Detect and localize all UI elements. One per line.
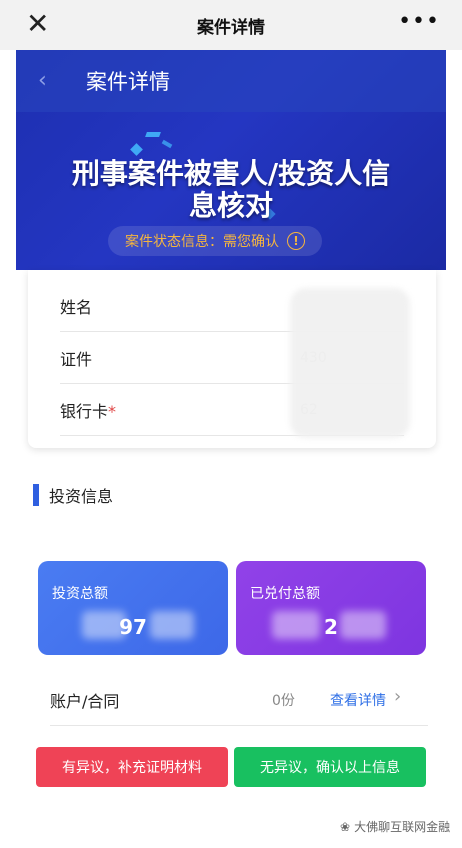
account-contract-row[interactable]: 账户/合同 0份 查看详情 › <box>50 674 428 726</box>
investment-section-header: 投资信息 <box>33 483 113 507</box>
identity-card: 姓名 证件 430 银行卡* 62 <box>28 270 436 448</box>
paid-total-card: 已兑付总额 2 <box>236 561 426 655</box>
investment-total-label: 投资总额 <box>52 586 108 602</box>
watermark-text: 大佛聊互联网金融 <box>354 820 451 834</box>
id-label: 证件 <box>60 349 93 369</box>
decoration-triangle <box>130 143 143 156</box>
case-status-badge: 案件状态信息：需您确认 ! <box>108 226 322 256</box>
banner-main-title-line2: 息核对 <box>188 189 273 222</box>
redaction-blur <box>82 611 126 639</box>
contract-count: 0份 <box>272 692 295 709</box>
investment-total-card: 投资总额 97 <box>38 561 228 655</box>
banner-header-title: 案件详情 <box>86 70 170 94</box>
paid-total-value: 2 <box>324 615 338 639</box>
banner-main-title: 刑事案件被害人/投资人信 息核对 <box>16 158 446 222</box>
decoration-triangle <box>161 139 173 149</box>
more-icon[interactable]: ••• <box>398 9 440 34</box>
top-navigation-bar: ✕ 案件详情 ••• <box>0 0 462 50</box>
case-status-text: 案件状态信息：需您确认 <box>125 234 279 250</box>
dispute-button[interactable]: 有异议，补充证明材料 <box>36 747 228 787</box>
bank-card-label-text: 银行卡 <box>60 401 109 421</box>
decoration-triangle <box>145 132 161 137</box>
name-label: 姓名 <box>60 297 93 317</box>
redaction-blur <box>340 611 386 639</box>
investment-total-value: 97 <box>119 615 147 639</box>
back-icon[interactable]: ‹ <box>38 68 47 93</box>
chevron-right-icon[interactable]: › <box>394 686 401 707</box>
section-accent-bar <box>33 484 39 506</box>
account-contract-label: 账户/合同 <box>50 691 120 711</box>
redaction-blur <box>272 611 320 639</box>
close-icon[interactable]: ✕ <box>26 10 49 38</box>
watermark: ❀ 大佛聊互联网金融 <box>340 818 450 835</box>
redaction-blur <box>290 288 410 438</box>
required-mark: * <box>108 401 117 421</box>
view-details-link[interactable]: 查看详情 <box>330 690 386 710</box>
alert-icon: ! <box>287 232 305 250</box>
wechat-icon: ❀ <box>340 819 351 834</box>
section-title: 投资信息 <box>49 487 114 506</box>
redaction-blur <box>150 611 194 639</box>
banner-header <box>16 50 446 112</box>
paid-total-label: 已兑付总额 <box>250 586 320 602</box>
confirm-button[interactable]: 无异议，确认以上信息 <box>234 747 426 787</box>
banner-main-title-line1: 刑事案件被害人/投资人信 <box>71 157 391 190</box>
header-banner: ‹ 案件详情 刑事案件被害人/投资人信 息核对 案件状态信息：需您确认 ! <box>16 50 446 270</box>
bank-card-label: 银行卡* <box>60 398 116 422</box>
page-title: 案件详情 <box>197 17 265 38</box>
